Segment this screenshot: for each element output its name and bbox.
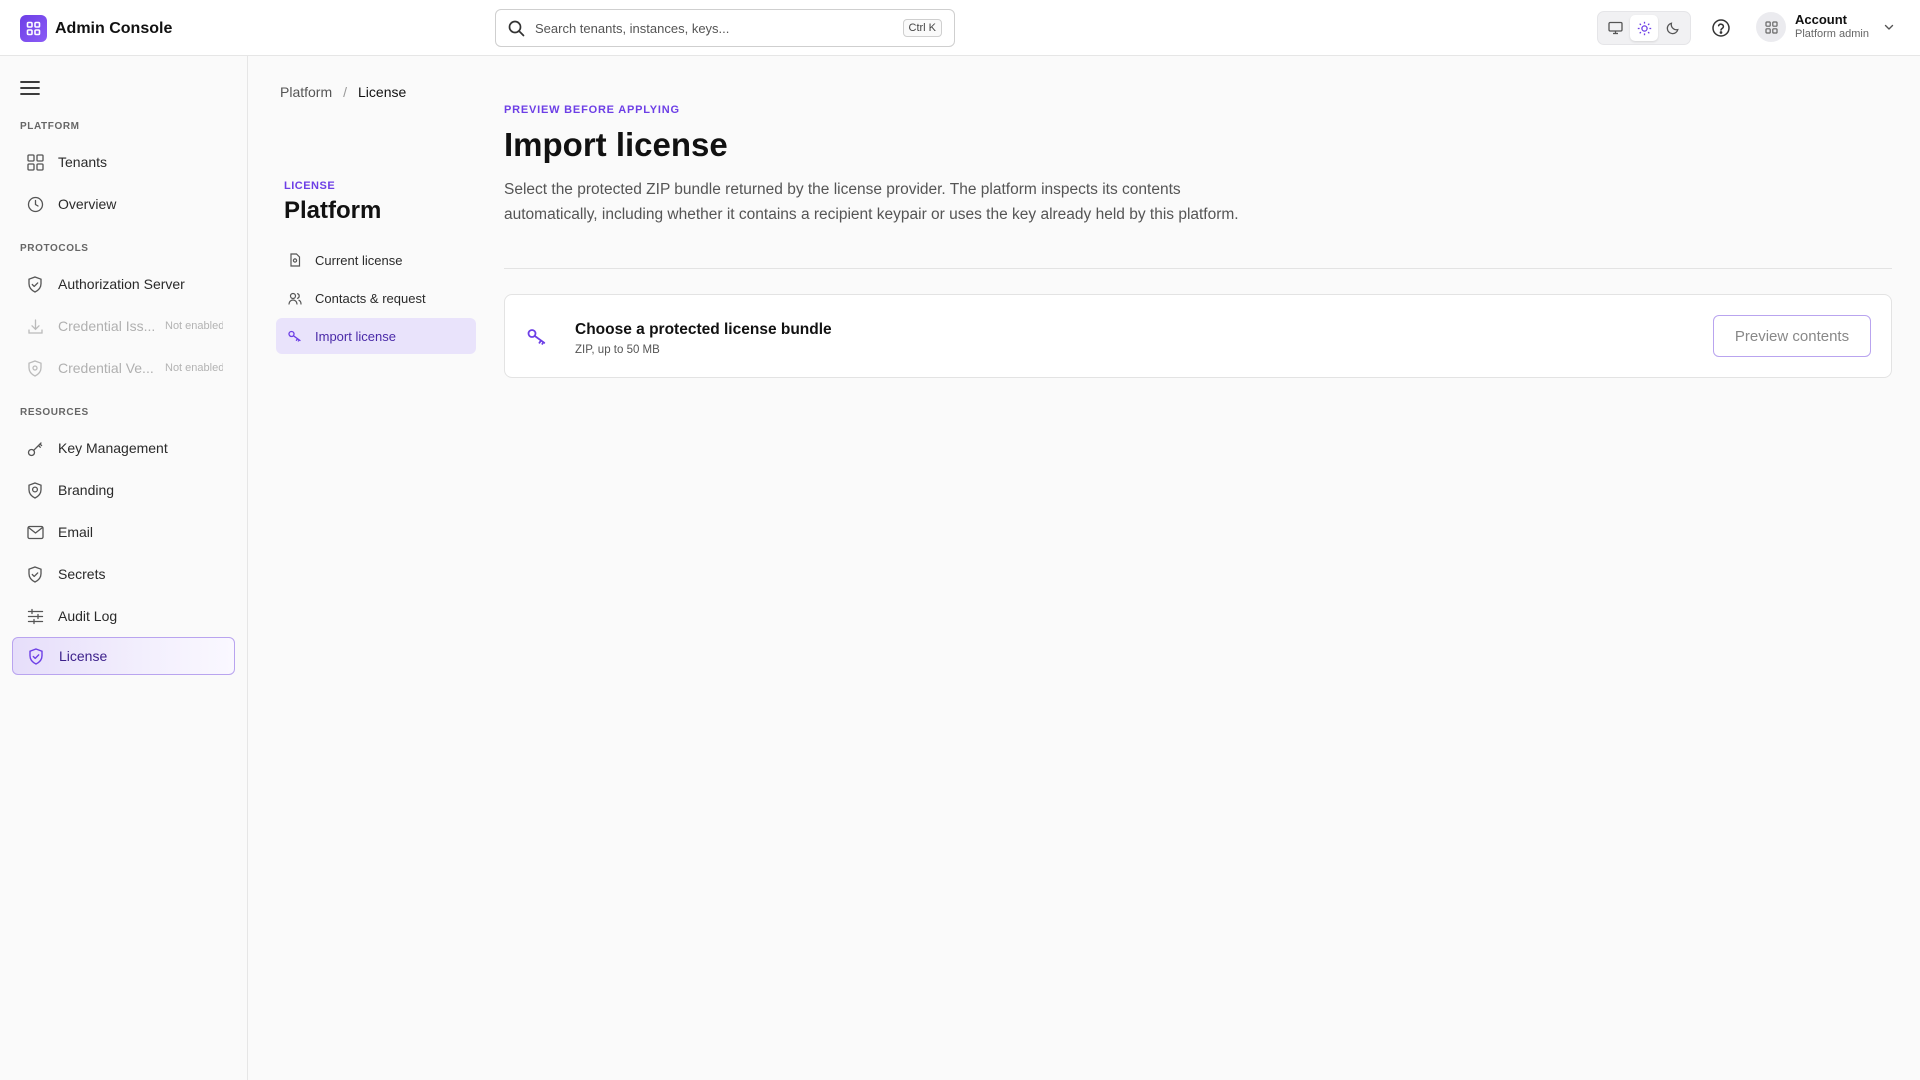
clock-icon — [26, 195, 44, 213]
subnav-item-label: Contacts & request — [315, 290, 426, 306]
users-icon — [288, 291, 302, 305]
breadcrumb-platform[interactable]: Platform — [280, 84, 332, 100]
theme-switcher — [1597, 11, 1691, 45]
app-logo-icon — [20, 15, 47, 42]
account-role: Platform admin — [1795, 28, 1869, 41]
sidebar-item-label: Tenants — [58, 154, 108, 170]
sidebar-item-label: Email — [58, 524, 94, 540]
search-input[interactable]: Search tenants, instances, keys... Ctrl … — [495, 9, 955, 47]
shield-icon — [26, 359, 44, 377]
sidebar-item-license[interactable]: License — [12, 637, 235, 675]
account-name: Account — [1795, 12, 1847, 28]
section-platform: PLATFORM — [20, 121, 80, 132]
subnav-item-current-license[interactable]: Current license — [276, 242, 476, 278]
moon-icon — [1666, 22, 1679, 35]
shield-icon — [26, 565, 44, 583]
not-enabled-badge: Not enabled — [165, 362, 223, 374]
sidebar-item-audit-log[interactable]: Audit Log — [12, 597, 235, 635]
sun-icon — [1637, 21, 1651, 35]
preview-contents-button[interactable]: Preview contents — [1713, 315, 1871, 357]
sidebar-item-label: Key Management — [58, 440, 168, 456]
section-resources: RESOURCES — [20, 407, 89, 418]
breadcrumb-separator: / — [343, 84, 348, 100]
top-bar: Admin Console Search tenants, instances,… — [0, 0, 1920, 56]
account-menu[interactable]: Account Platform admin — [1756, 12, 1895, 42]
sidebar-item-label: Authorization Server — [58, 276, 185, 292]
license-upload-card[interactable]: Choose a protected license bundle ZIP, u… — [504, 294, 1892, 378]
key-icon — [26, 439, 44, 457]
sidebar-item-overview[interactable]: Overview — [12, 185, 235, 223]
sidebar-item-branding[interactable]: Branding — [12, 471, 235, 509]
key-icon — [288, 329, 302, 343]
hamburger-icon — [20, 81, 40, 95]
shield-icon — [26, 275, 44, 293]
theme-system-button[interactable] — [1601, 15, 1629, 41]
search-shortcut: Ctrl K — [902, 19, 942, 37]
shield-check-icon — [27, 647, 45, 665]
sidebar: PLATFORM Tenants Overview PROTOCOLS Auth… — [0, 56, 248, 1080]
sidebar-item-key-management[interactable]: Key Management — [12, 429, 235, 467]
page-eyebrow: PREVIEW BEFORE APPLYING — [504, 104, 680, 116]
section-protocols: PROTOCOLS — [20, 243, 89, 254]
search-placeholder: Search tenants, instances, keys... — [535, 20, 730, 36]
grid-icon — [26, 153, 44, 171]
breadcrumb-current: License — [358, 84, 407, 100]
chevron-down-icon — [1883, 21, 1895, 33]
sidebar-item-label: Audit Log — [58, 608, 118, 624]
subnav-item-import-license[interactable]: Import license — [276, 318, 476, 354]
badge-icon — [26, 481, 44, 499]
subnav-item-contacts-request[interactable]: Contacts & request — [276, 280, 476, 316]
help-icon — [1712, 19, 1730, 37]
subnav-eyebrow: LICENSE — [284, 180, 336, 192]
sidebar-item-authorization-server[interactable]: Authorization Server — [12, 265, 235, 303]
brand[interactable]: Admin Console — [20, 15, 172, 42]
divider — [504, 268, 1892, 269]
search-icon — [508, 20, 525, 37]
sidebar-item-label: Branding — [58, 482, 115, 498]
sidebar-item-tenants[interactable]: Tenants — [12, 143, 235, 181]
subnav-title: Platform — [284, 197, 382, 224]
sidebar-item-label: License — [59, 648, 108, 664]
not-enabled-badge: Not enabled — [165, 320, 223, 332]
sidebar-item-label: Overview — [58, 196, 117, 212]
page-description: Select the protected ZIP bundle returned… — [504, 181, 1239, 223]
page-title: Import license — [504, 126, 728, 163]
sidebar-item-label: Credential Iss... — [58, 318, 156, 334]
breadcrumb: Platform / License — [280, 84, 406, 100]
sidebar-item-label: Secrets — [58, 566, 106, 582]
key-icon — [527, 328, 547, 346]
app-title: Admin Console — [55, 19, 173, 37]
document-icon — [288, 253, 302, 267]
upload-title: Choose a protected license bundle — [575, 321, 832, 338]
help-button[interactable] — [1711, 18, 1731, 38]
sliders-icon — [26, 607, 44, 625]
download-icon — [26, 317, 44, 335]
monitor-icon — [1607, 21, 1623, 35]
sidebar-item-email[interactable]: Email — [12, 513, 235, 551]
sidebar-item-label: Credential Ve... — [58, 360, 154, 376]
sidebar-item-credential-verifier[interactable]: Credential Ve... Not enabled — [12, 349, 235, 387]
subnav-item-label: Current license — [315, 252, 403, 268]
menu-toggle-button[interactable] — [18, 76, 42, 100]
grid-icon — [1764, 20, 1778, 34]
theme-light-button[interactable] — [1630, 15, 1658, 41]
mail-icon — [26, 523, 44, 541]
sidebar-item-secrets[interactable]: Secrets — [12, 555, 235, 593]
theme-dark-button[interactable] — [1659, 15, 1687, 41]
subnav-item-label: Import license — [315, 328, 396, 344]
avatar — [1756, 12, 1786, 42]
upload-subtitle: ZIP, up to 50 MB — [575, 344, 660, 356]
sidebar-item-credential-issuer[interactable]: Credential Iss... Not enabled — [12, 307, 235, 345]
